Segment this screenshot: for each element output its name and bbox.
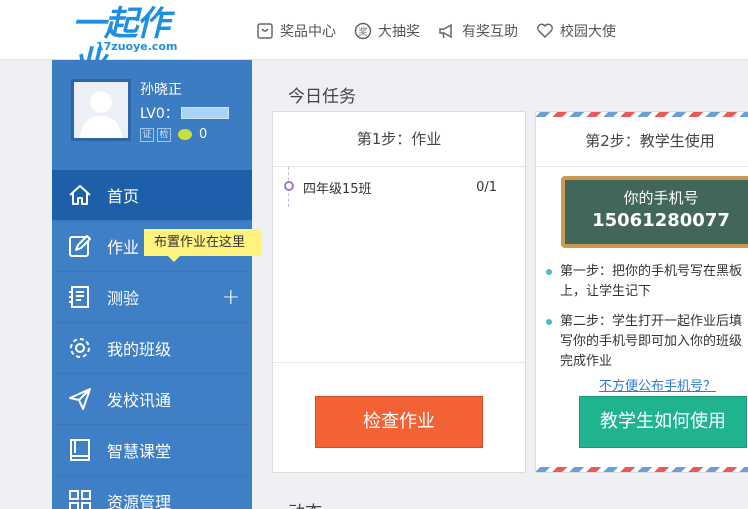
sidebar-item-smart-classroom[interactable]: 智慧课堂: [52, 425, 252, 476]
nav-mutual-help[interactable]: 有奖互助: [438, 20, 518, 42]
nav-mutual-help-label: 有奖互助: [462, 24, 518, 40]
grid-icon: [66, 487, 94, 509]
inspection-badge[interactable]: 检: [157, 127, 171, 142]
phone-blackboard: 你的手机号 15061280077: [561, 176, 748, 248]
username[interactable]: 孙晓正: [140, 79, 182, 99]
heart-icon: [537, 23, 553, 39]
instruction-step-1: 第一步：把你的手机号写在黑板 上，让学生记下: [546, 262, 748, 302]
phone-label: 你的手机号: [623, 189, 699, 207]
sidebar-item-my-class[interactable]: 我的班级: [52, 323, 252, 374]
nav-ambassador[interactable]: 校园大使: [536, 20, 616, 42]
today-tasks-title: 今日任务: [288, 87, 356, 107]
sidebar-menu: 首页 作业 测验 + 我的班级 发校讯通 智慧课堂 资源管理: [52, 170, 252, 509]
hide-phone-link[interactable]: 不方便公布手机号？: [599, 375, 716, 394]
sidebar-item-label: 发校讯通: [107, 391, 172, 410]
default-avatar-icon: [80, 91, 122, 138]
instruction-line: 第一步：把你的手机号写在黑板: [560, 264, 743, 279]
airmail-border-top: [536, 112, 748, 117]
step1-title: 第1步：作业: [273, 112, 525, 167]
send-icon: [66, 385, 94, 413]
level-label: LV0：: [140, 106, 179, 122]
sidebar: 孙晓正 LV0： 证 检 0 首页 作业 测验 + 我的班级 发校讯通 智慧课堂…: [52, 60, 252, 509]
megaphone-icon: [439, 23, 452, 39]
task-row[interactable]: 四年级15班 0/1: [273, 167, 525, 207]
top-nav: 奖品中心 奖 大抽奖 有奖互助 校园大使: [256, 20, 634, 42]
home-icon: [66, 181, 94, 209]
activity-title: 动态: [288, 498, 322, 509]
instruction-line: 第二步：学生打开一起作业后填: [560, 314, 743, 329]
sidebar-item-label: 我的班级: [107, 340, 172, 359]
sidebar-item-resources[interactable]: 资源管理: [52, 476, 252, 509]
divider: [273, 362, 525, 363]
edit-icon: [66, 232, 94, 260]
profile-panel: 孙晓正 LV0： 证 检 0: [52, 60, 252, 170]
sidebar-item-school-message[interactable]: 发校讯通: [52, 374, 252, 425]
nav-prize-center-label: 奖品中心: [280, 24, 336, 40]
sidebar-item-label: 测验: [107, 289, 140, 308]
step2-title: 第2步：教学生使用: [536, 117, 748, 167]
instruction-step-2: 第二步：学生打开一起作业后填 写你的手机号即可加入你的班级 完成作业: [546, 312, 748, 372]
avatar[interactable]: [71, 79, 131, 141]
instruction-line: 完成作业: [560, 354, 613, 369]
nav-prize-center[interactable]: 奖品中心: [256, 20, 336, 42]
sidebar-item-label: 作业: [107, 238, 140, 257]
coin-icon: [178, 129, 192, 140]
airmail-border-bottom: [536, 467, 748, 472]
badge-row: 证 检 0: [140, 127, 207, 142]
homework-tooltip: 布置作业在这里: [144, 229, 262, 262]
step1-card: 第1步：作业 四年级15班 0/1 检查作业: [272, 111, 526, 473]
teach-students-button[interactable]: 教学生如何使用: [579, 396, 747, 448]
logo-domain: 17zuoye.com: [96, 40, 178, 53]
certificate-badge[interactable]: 证: [140, 127, 154, 142]
lottery-icon: 奖: [354, 22, 372, 40]
gear-icon: [66, 334, 94, 362]
step2-card: 第2步：教学生使用 你的手机号 15061280077 第一步：把你的手机号写在…: [535, 111, 748, 473]
task-class-name: 四年级15班: [303, 181, 372, 197]
svg-text:奖: 奖: [358, 26, 367, 38]
check-homework-button[interactable]: 检查作业: [315, 396, 483, 448]
phone-number: 15061280077: [592, 210, 730, 231]
top-header: 一起作业 17zuoye.com 奖品中心 奖 大抽奖 有奖互助 校园大使: [0, 0, 748, 84]
expand-plus-icon[interactable]: +: [222, 285, 240, 310]
instruction-list: 第一步：把你的手机号写在黑板 上，让学生记下 第二步：学生打开一起作业后填 写你…: [546, 262, 748, 382]
sidebar-item-quiz[interactable]: 测验 +: [52, 272, 252, 323]
nav-lottery-label: 大抽奖: [378, 24, 420, 40]
book-icon: [66, 436, 94, 464]
logo[interactable]: 一起作业 17zuoye.com: [70, 4, 190, 84]
instruction-line: 上，让学生记下: [560, 284, 652, 299]
coin-count: 0: [199, 127, 208, 142]
nav-ambassador-label: 校园大使: [560, 24, 616, 40]
sidebar-item-label: 资源管理: [107, 493, 172, 509]
sidebar-item-home[interactable]: 首页: [52, 170, 252, 221]
nav-lottery[interactable]: 奖 大抽奖: [354, 20, 420, 42]
sidebar-item-label: 智慧课堂: [107, 442, 172, 461]
instruction-line: 写你的手机号即可加入你的班级: [560, 334, 743, 349]
sidebar-item-label: 首页: [107, 187, 140, 206]
level-progress-bar: [180, 107, 229, 119]
task-progress: 0/1: [476, 179, 497, 195]
quiz-icon: [66, 283, 94, 311]
timeline-dot-icon: [284, 181, 294, 191]
level-row: LV0：: [140, 103, 229, 123]
gift-box-icon: [257, 23, 273, 39]
